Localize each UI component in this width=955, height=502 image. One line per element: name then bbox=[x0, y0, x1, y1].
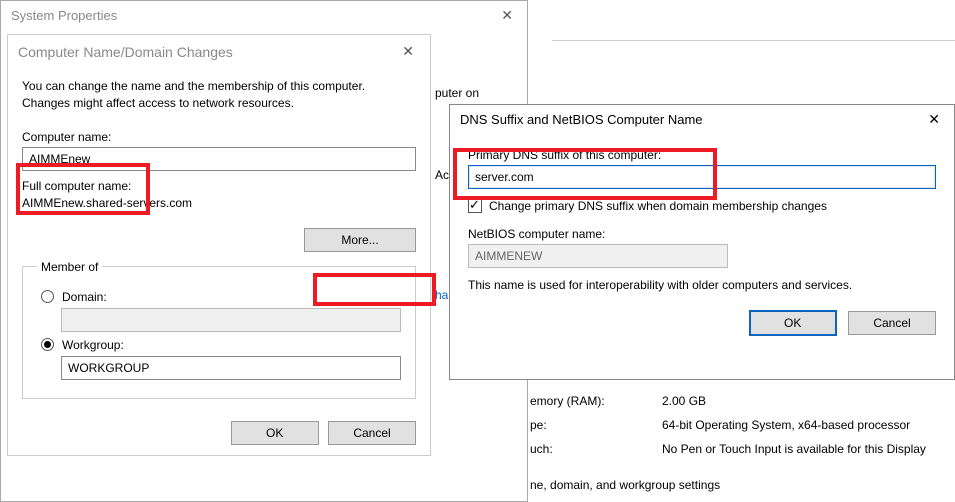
name-change-titlebar: Computer Name/Domain Changes ✕ bbox=[8, 35, 430, 68]
dns-note: This name is used for interoperability w… bbox=[468, 278, 936, 292]
netbios-input bbox=[468, 244, 728, 268]
more-button[interactable]: More... bbox=[304, 228, 416, 252]
name-change-title: Computer Name/Domain Changes bbox=[18, 44, 233, 60]
bg-type-label: pe: bbox=[530, 418, 650, 432]
system-properties-title: System Properties bbox=[11, 8, 117, 23]
bg-system-info: emory (RAM): 2.00 GB pe: 64-bit Operatin… bbox=[530, 394, 926, 492]
primary-dns-label: Primary DNS suffix of this computer: bbox=[468, 148, 936, 162]
full-computer-name-value: AIMMEnew.shared-servers.com bbox=[22, 196, 416, 210]
bg-mem-label: emory (RAM): bbox=[530, 394, 650, 408]
close-icon[interactable]: ✕ bbox=[495, 7, 519, 24]
domain-radio[interactable] bbox=[41, 290, 54, 303]
name-change-buttons: OK Cancel bbox=[8, 411, 430, 455]
close-icon[interactable]: ✕ bbox=[396, 43, 420, 60]
domain-radio-label: Domain: bbox=[62, 290, 107, 304]
computer-name-input[interactable] bbox=[22, 147, 416, 171]
workgroup-radio-row[interactable]: Workgroup: bbox=[41, 338, 401, 352]
bg-divider bbox=[552, 40, 955, 41]
system-properties-titlebar: System Properties ✕ bbox=[1, 1, 527, 30]
bg-domain-section: ne, domain, and workgroup settings bbox=[530, 478, 926, 492]
close-icon[interactable]: ✕ bbox=[922, 111, 946, 128]
primary-dns-input[interactable] bbox=[468, 165, 936, 189]
ok-button[interactable]: OK bbox=[231, 421, 319, 445]
bg-touch-label: uch: bbox=[530, 442, 650, 456]
ok-button[interactable]: OK bbox=[749, 310, 837, 336]
member-of-group: Member of Domain: Workgroup: bbox=[22, 260, 416, 399]
domain-radio-row[interactable]: Domain: bbox=[41, 290, 401, 304]
name-change-description: You can change the name and the membersh… bbox=[22, 78, 416, 112]
dns-titlebar: DNS Suffix and NetBIOS Computer Name ✕ bbox=[450, 105, 954, 134]
bg-text: puter on bbox=[435, 86, 479, 100]
netbios-label: NetBIOS computer name: bbox=[468, 227, 936, 241]
cancel-button[interactable]: Cancel bbox=[848, 311, 936, 335]
workgroup-radio-label: Workgroup: bbox=[62, 338, 124, 352]
computer-name-label: Computer name: bbox=[22, 130, 416, 144]
name-change-dialog: Computer Name/Domain Changes ✕ You can c… bbox=[7, 34, 431, 456]
domain-input bbox=[61, 308, 401, 332]
dns-suffix-dialog: DNS Suffix and NetBIOS Computer Name ✕ P… bbox=[449, 104, 955, 380]
change-suffix-label: Change primary DNS suffix when domain me… bbox=[489, 199, 827, 213]
full-computer-name-label: Full computer name: bbox=[22, 179, 416, 193]
bg-type-value: 64-bit Operating System, x64-based proce… bbox=[662, 418, 926, 432]
member-of-legend: Member of bbox=[37, 260, 102, 274]
change-suffix-checkbox-row[interactable]: Change primary DNS suffix when domain me… bbox=[468, 199, 936, 213]
cancel-button[interactable]: Cancel bbox=[328, 421, 416, 445]
workgroup-radio[interactable] bbox=[41, 338, 54, 351]
workgroup-input[interactable] bbox=[61, 356, 401, 380]
change-suffix-checkbox[interactable] bbox=[468, 199, 482, 213]
bg-mem-value: 2.00 GB bbox=[662, 394, 926, 408]
dns-title: DNS Suffix and NetBIOS Computer Name bbox=[460, 112, 703, 127]
bg-touch-value: No Pen or Touch Input is available for t… bbox=[662, 442, 926, 456]
